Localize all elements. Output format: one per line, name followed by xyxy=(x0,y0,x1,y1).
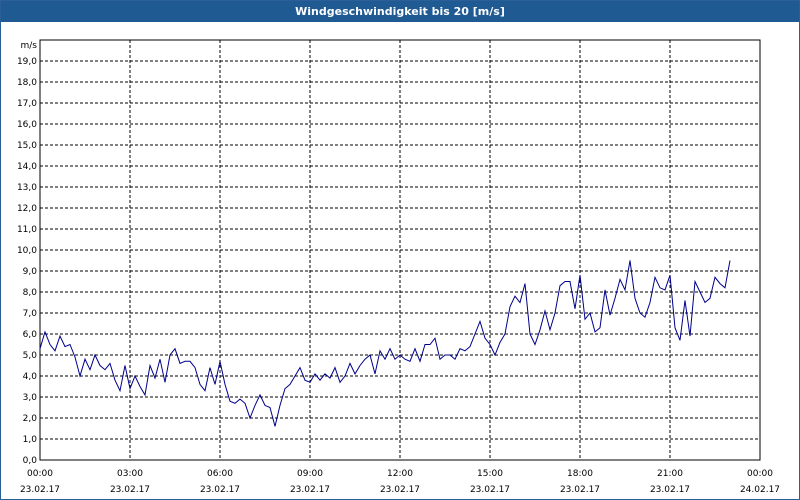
y-tick-label: 9,0 xyxy=(23,267,38,277)
x-tick-time: 06:00 xyxy=(207,469,233,479)
y-tick-label: 17,0 xyxy=(17,99,37,109)
x-tick-time: 15:00 xyxy=(477,469,503,479)
y-tick-label: 7,0 xyxy=(23,309,38,319)
x-tick-date: 23.02.17 xyxy=(200,485,240,495)
x-tick-time: 09:00 xyxy=(297,469,323,479)
y-tick-label: 5,0 xyxy=(23,351,38,361)
line-chart: 0,0 1,0 2,0 3,0 4,0 5,0 6,0 7,0 8,0 9,0 10,0 11,0 12… xyxy=(17,39,780,495)
y-tick-label: 4,0 xyxy=(23,372,38,382)
x-tick-time: 18:00 xyxy=(567,469,593,479)
series-line-wind-speed xyxy=(39,260,731,427)
y-tick-label: 0,0 xyxy=(23,456,38,466)
y-tick-label: 14,0 xyxy=(17,162,37,172)
y-tick-label: 13,0 xyxy=(17,183,37,193)
y-tick-label: 1,0 xyxy=(23,435,38,445)
x-tick-time: 00:00 xyxy=(27,469,53,479)
y-tick-label: 18,0 xyxy=(17,78,37,88)
x-tick-date: 23.02.17 xyxy=(380,485,420,495)
x-tick-time: 12:00 xyxy=(387,469,413,479)
y-tick-label: 16,0 xyxy=(17,120,37,130)
x-tick-time: 00:00 xyxy=(747,469,773,479)
y-tick-label: 10,0 xyxy=(17,246,37,256)
y-tick-label: 15,0 xyxy=(17,141,37,151)
y-axis-ticks: 0,0 1,0 2,0 3,0 4,0 5,0 6,0 7,0 8,0 9,0 10,0 11,0 12… xyxy=(17,57,37,466)
x-tick-date: 23.02.17 xyxy=(470,485,510,495)
x-axis-ticks: 00:00 23.02.17 03:00 23.02.17 06:00 23.02.17 0… xyxy=(20,469,780,495)
x-tick-date: 23.02.17 xyxy=(650,485,690,495)
x-tick-time: 03:00 xyxy=(117,469,143,479)
y-tick-label: 3,0 xyxy=(23,393,38,403)
y-tick-label: 11,0 xyxy=(17,225,37,235)
y-tick-label: 8,0 xyxy=(23,288,38,298)
x-tick-date: 23.02.17 xyxy=(560,485,600,495)
x-tick-time: 21:00 xyxy=(657,469,683,479)
gridlines xyxy=(40,40,760,460)
y-tick-label: 12,0 xyxy=(17,204,37,214)
y-tick-label: 6,0 xyxy=(23,330,38,340)
x-tick-date: 24.02.17 xyxy=(740,485,780,495)
x-tick-date: 23.02.17 xyxy=(290,485,330,495)
y-tick-label: 2,0 xyxy=(23,414,38,424)
y-tick-label: 19,0 xyxy=(17,57,37,67)
x-tick-date: 23.02.17 xyxy=(110,485,150,495)
x-tick-date: 23.02.17 xyxy=(20,485,60,495)
y-axis-label: m/s xyxy=(21,41,38,51)
